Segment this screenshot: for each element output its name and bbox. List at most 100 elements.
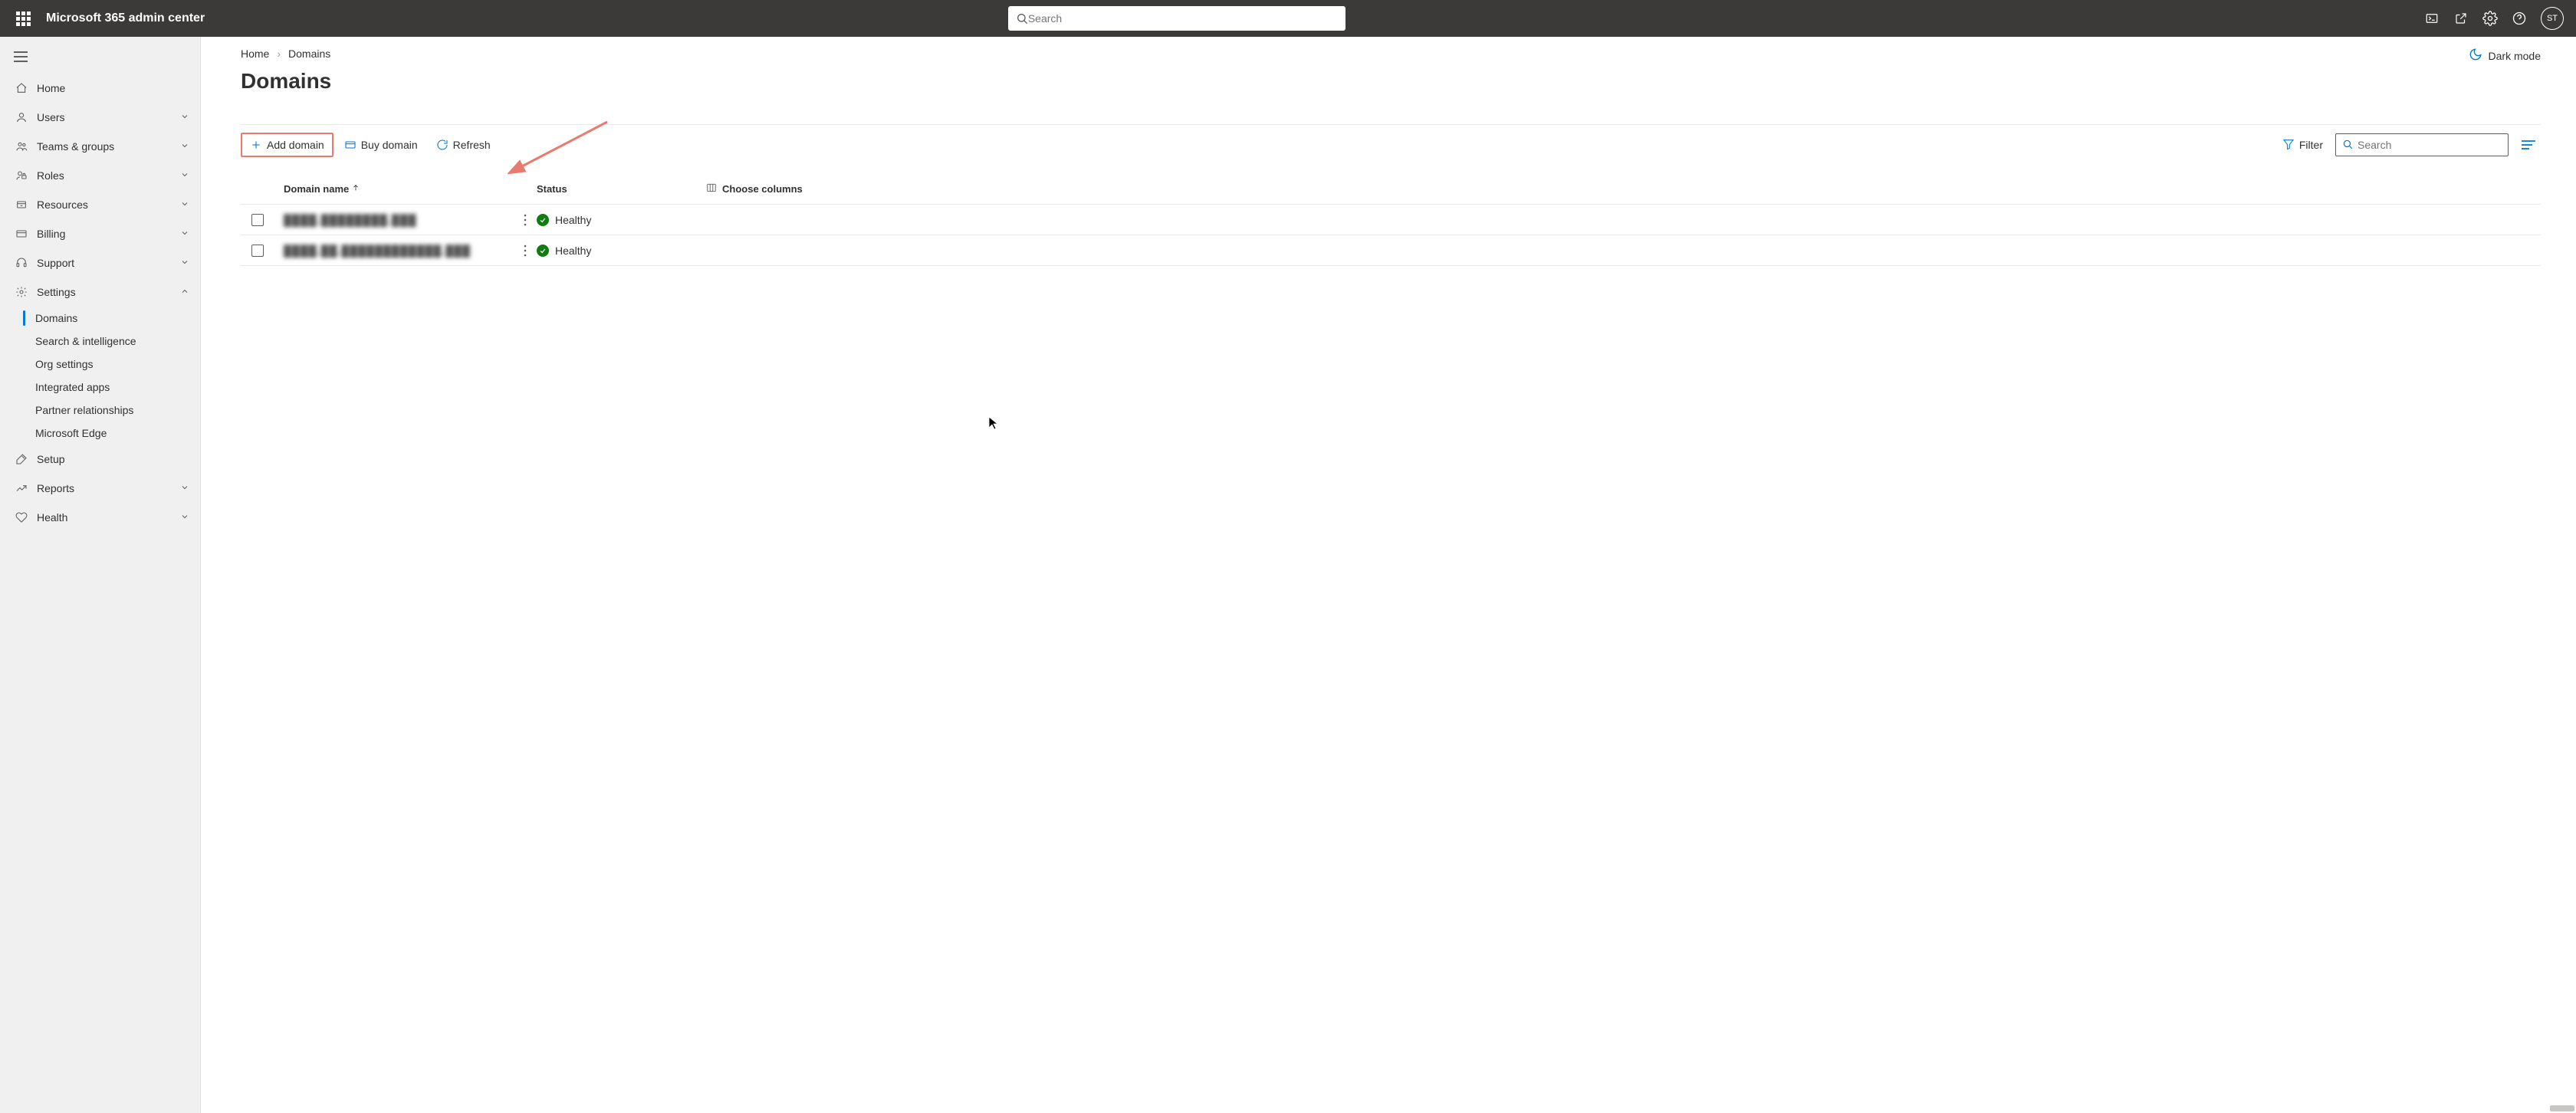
mouse-cursor — [988, 416, 999, 434]
nav-support[interactable]: Support — [0, 248, 200, 277]
search-icon — [1016, 12, 1028, 25]
nav-settings-search-intel[interactable]: Search & intelligence — [0, 330, 200, 353]
plus-icon — [250, 139, 262, 151]
nav-settings-integrated-apps[interactable]: Integrated apps — [0, 376, 200, 399]
list-options-button[interactable] — [2516, 140, 2541, 150]
sort-asc-icon — [352, 183, 360, 195]
nav-label: Teams & groups — [37, 140, 180, 153]
settings-icon[interactable] — [2478, 6, 2502, 31]
home-icon — [14, 82, 29, 94]
nav-settings[interactable]: Settings — [0, 277, 200, 307]
row-more-icon[interactable] — [514, 245, 537, 257]
page-title: Domains — [241, 69, 2541, 94]
nav-setup[interactable]: Setup — [0, 445, 200, 474]
status-cell: Healthy — [537, 214, 705, 226]
nav-label: Reports — [37, 482, 180, 494]
nav-resources[interactable]: Resources — [0, 190, 200, 219]
cmd-label: Refresh — [453, 139, 491, 151]
billing-icon — [14, 228, 29, 240]
search-icon — [2342, 139, 2353, 152]
nav-label: Home — [37, 82, 189, 94]
filter-button[interactable]: Filter — [2282, 138, 2323, 153]
external-link-icon[interactable] — [2449, 6, 2473, 31]
global-search-input[interactable] — [1028, 12, 1338, 25]
filter-icon — [2282, 138, 2295, 153]
choose-columns-button[interactable]: Choose columns — [705, 182, 2541, 195]
buy-domain-button[interactable]: Buy domain — [337, 134, 426, 156]
domain-name-cell[interactable]: ████.██.████████████.███ — [284, 245, 514, 257]
domain-name-cell[interactable]: ████.████████.███ — [284, 214, 514, 226]
dark-mode-toggle[interactable]: Dark mode — [2469, 48, 2541, 64]
global-search[interactable] — [1008, 6, 1346, 31]
help-icon[interactable] — [2507, 6, 2532, 31]
command-bar: Add domain Buy domain Refresh Filter — [241, 124, 2541, 165]
nav-billing[interactable]: Billing — [0, 219, 200, 248]
nav-label: Users — [37, 111, 180, 123]
nav-label: Resources — [37, 199, 180, 211]
row-checkbox[interactable] — [251, 245, 264, 257]
cmd-label: Add domain — [267, 139, 324, 151]
nav-label: Settings — [37, 286, 180, 298]
nav-sublabel: Domains — [35, 312, 77, 324]
nav-label: Roles — [37, 169, 180, 182]
roles-icon — [14, 169, 29, 182]
filter-label: Filter — [2299, 139, 2323, 151]
nav-teams-groups[interactable]: Teams & groups — [0, 132, 200, 161]
row-more-icon[interactable] — [514, 214, 537, 226]
top-bar: Microsoft 365 admin center ST — [0, 0, 2576, 37]
breadcrumb-home[interactable]: Home — [241, 48, 269, 60]
breadcrumb-current: Domains — [288, 48, 330, 60]
moon-icon — [2469, 48, 2482, 64]
nav-home[interactable]: Home — [0, 74, 200, 103]
healthy-icon — [537, 214, 549, 226]
nav-label: Health — [37, 511, 180, 524]
table-search-input[interactable] — [2358, 139, 2502, 151]
resources-icon — [14, 199, 29, 211]
nav-sublabel: Microsoft Edge — [35, 427, 107, 439]
nav-sublabel: Integrated apps — [35, 381, 110, 393]
topbar-actions: ST — [2420, 6, 2568, 31]
nav-settings-partner[interactable]: Partner relationships — [0, 399, 200, 422]
col-status[interactable]: Status — [537, 183, 705, 195]
chevron-down-icon — [180, 169, 189, 182]
nav-sublabel: Partner relationships — [35, 404, 133, 416]
dark-mode-label: Dark mode — [2489, 50, 2541, 62]
row-checkbox[interactable] — [251, 214, 264, 226]
add-domain-button[interactable]: Add domain — [241, 133, 334, 157]
card-icon — [344, 139, 356, 151]
nav-reports[interactable]: Reports — [0, 474, 200, 503]
nav-sublabel: Org settings — [35, 358, 93, 370]
nav-settings-domains[interactable]: Domains — [0, 307, 200, 330]
shell-cmd-icon[interactable] — [2420, 6, 2444, 31]
table-search[interactable] — [2335, 133, 2509, 156]
chevron-down-icon — [180, 199, 189, 211]
collapse-nav-button[interactable] — [0, 40, 200, 74]
table-row[interactable]: ████.██.████████████.███ Healthy — [241, 235, 2541, 266]
chevron-down-icon — [180, 511, 189, 524]
gear-icon — [14, 286, 29, 298]
nav-health[interactable]: Health — [0, 503, 200, 532]
chevron-down-icon — [180, 111, 189, 123]
nav-users[interactable]: Users — [0, 103, 200, 132]
app-launcher-icon[interactable] — [12, 8, 34, 29]
nav-sublabel: Search & intelligence — [35, 335, 136, 347]
nav-label: Billing — [37, 228, 180, 240]
nav-settings-org[interactable]: Org settings — [0, 353, 200, 376]
health-icon — [14, 511, 29, 524]
columns-icon — [705, 182, 718, 195]
nav-label: Setup — [37, 453, 189, 465]
status-cell: Healthy — [537, 245, 705, 257]
refresh-button[interactable]: Refresh — [429, 134, 498, 156]
chevron-down-icon — [180, 257, 189, 269]
breadcrumb: Home › Domains — [241, 48, 2541, 60]
group-icon — [14, 140, 29, 153]
nav-roles[interactable]: Roles — [0, 161, 200, 190]
cmd-label: Buy domain — [361, 139, 418, 151]
col-domain-name[interactable]: Domain name — [284, 183, 514, 195]
reports-icon — [14, 482, 29, 494]
healthy-icon — [537, 245, 549, 257]
table-row[interactable]: ████.████████.███ Healthy — [241, 205, 2541, 235]
nav-settings-edge[interactable]: Microsoft Edge — [0, 422, 200, 445]
account-avatar[interactable]: ST — [2541, 7, 2564, 30]
chevron-down-icon — [180, 140, 189, 153]
